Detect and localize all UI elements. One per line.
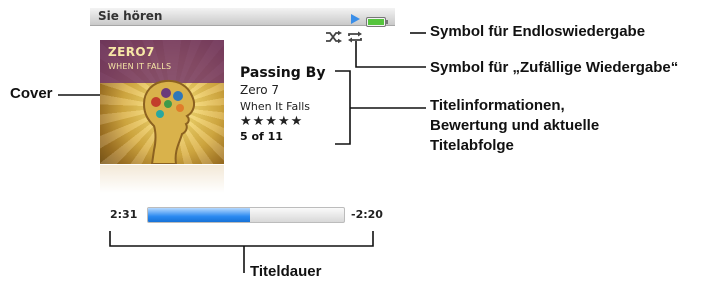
track-info-callout-label: Titelinformationen, Bewertung und aktuel…	[430, 96, 599, 156]
shuffle-callout-line	[355, 41, 426, 68]
track-info-callout-line-3: Titelabfolge	[430, 137, 514, 154]
duration-callout-line	[109, 231, 374, 273]
cover-callout-label: Cover	[10, 85, 53, 102]
shuffle-callout-label: Symbol für „Zufällige Wiedergabe“	[430, 59, 679, 76]
callout-lines	[58, 32, 426, 273]
track-info-callout-line-1: Titelinformationen,	[430, 97, 565, 114]
track-info-callout-line	[335, 70, 426, 145]
duration-callout-label: Titeldauer	[250, 263, 322, 280]
track-info-callout-line-2: Bewertung und aktuelle	[430, 117, 600, 134]
repeat-callout-label: Symbol für Endloswiedergabe	[430, 23, 646, 40]
